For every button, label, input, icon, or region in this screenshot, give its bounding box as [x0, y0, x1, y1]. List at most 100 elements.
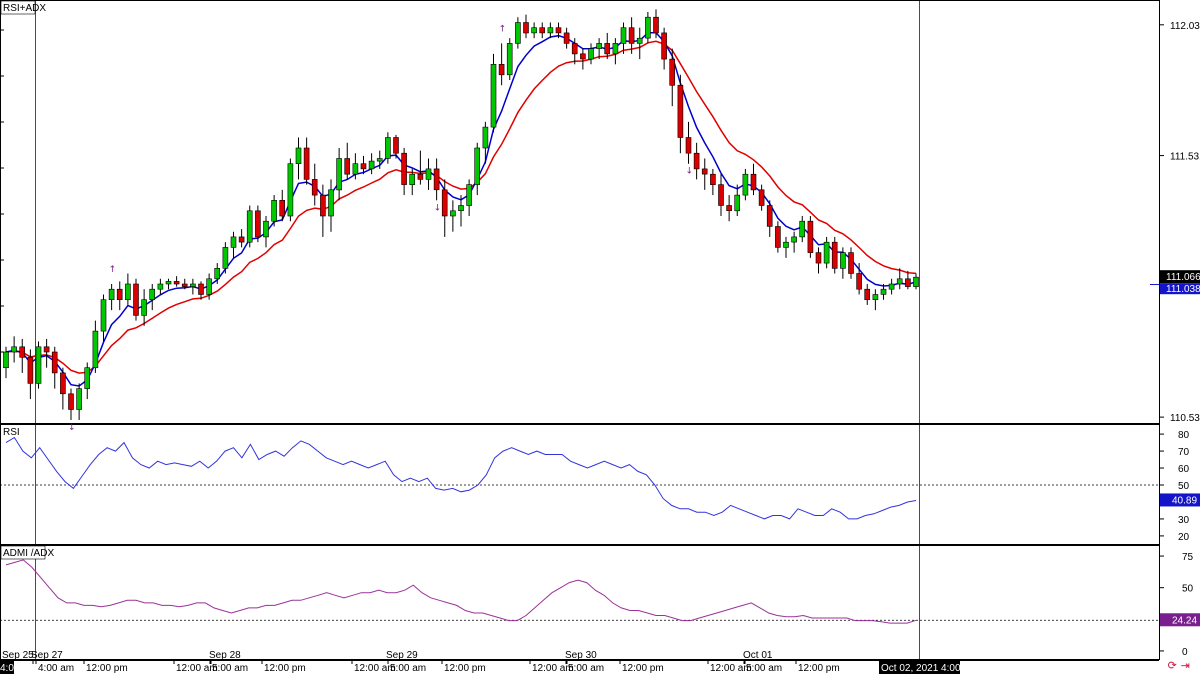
candle-bearish: [279, 200, 286, 217]
time-tick-label: 5:00 am: [390, 663, 426, 674]
candle-bullish: [734, 194, 741, 212]
sync-icon[interactable]: ⟳: [1168, 659, 1181, 672]
candle-bullish: [352, 163, 359, 175]
adx-tick-label: 75: [1182, 552, 1194, 563]
candle-bullish: [458, 205, 464, 211]
candle-bullish: [490, 64, 497, 128]
time-axis: Sep 25Sep 274:00 am 12:00 pm 12:00 am5:00 …: [0, 650, 1159, 674]
candle-bullish: [157, 283, 164, 290]
candle-bearish: [68, 393, 74, 410]
candle-bearish: [417, 173, 424, 180]
candle-bearish: [905, 278, 911, 287]
price-tick-label: 112.031: [1170, 21, 1200, 32]
candle-bullish: [76, 388, 82, 410]
candle-bearish: [360, 163, 367, 170]
candle-bullish: [141, 299, 147, 316]
candle-bullish: [328, 189, 334, 217]
rsi-tick-label: 70: [1178, 447, 1190, 458]
rsi-tick-label: 30: [1178, 515, 1190, 526]
candle-bearish: [815, 252, 822, 264]
candle-bullish: [3, 351, 9, 368]
candle-bearish: [433, 168, 440, 191]
candle-bullish: [368, 160, 375, 170]
candle-bearish: [661, 32, 667, 60]
candle-bullish: [263, 220, 269, 238]
candle-bullish: [376, 158, 383, 162]
candle-bullish: [596, 43, 602, 49]
candle-bearish: [116, 288, 123, 301]
candle-bearish: [831, 241, 838, 269]
candle-bearish: [393, 137, 399, 154]
price-tick-label: 111.531: [1170, 152, 1200, 163]
candle-bearish: [856, 273, 862, 290]
candle-bullish: [872, 294, 879, 300]
candle-bullish: [108, 288, 115, 301]
trading-chart[interactable]: RSI+ADX RSI ADMI /ADX ↓ ↑ ↓ ↑ ↓ 112.031 111.5…: [0, 0, 1200, 675]
candle-bullish: [92, 330, 99, 369]
candle-bullish: [783, 241, 789, 248]
candle-bullish: [466, 184, 472, 206]
candle-bullish: [482, 126, 489, 149]
candle-bearish: [718, 184, 724, 206]
rsi-pane-label: RSI: [3, 427, 20, 438]
candle-bearish: [864, 288, 871, 301]
main-pane-label: RSI+ADX: [3, 3, 46, 14]
adx-tick-label: 50: [1182, 584, 1194, 595]
candle-bullish: [888, 283, 895, 290]
rsi-tick-label: 80: [1178, 430, 1190, 441]
candle-bullish: [620, 27, 627, 44]
time-tick-label: 12:00 pm: [444, 663, 486, 674]
candle-bullish: [230, 236, 237, 248]
candle-bullish: [547, 27, 554, 34]
time-tick-label: Sep 27: [31, 650, 63, 661]
candle-bearish: [775, 226, 781, 248]
candle-bullish: [35, 346, 42, 384]
candle-bearish: [198, 283, 204, 295]
time-tick-label: 5:00 am: [212, 663, 248, 674]
candle-bearish: [498, 64, 505, 76]
time-tick-label: 4:00 am: [38, 663, 74, 674]
time-tick-label: 12:00 pm: [798, 663, 840, 674]
candle-bullish: [588, 48, 594, 60]
candle-bullish: [206, 278, 212, 295]
candle-bearish: [181, 283, 188, 287]
candle-bullish: [84, 367, 90, 389]
signal-arrow-up: ↑: [109, 265, 117, 275]
candle-bullish: [799, 220, 806, 238]
time-tick-label: 12:00 pm: [264, 663, 306, 674]
candle-bearish: [628, 27, 635, 44]
candle-bearish: [848, 252, 854, 274]
candle-bullish: [125, 283, 131, 300]
time-tick-label: 5:00 am: [746, 663, 782, 674]
candle-bearish: [344, 158, 351, 175]
time-tick-label: 5:00 am: [568, 663, 604, 674]
time-tick-label: Oct 01: [743, 650, 773, 661]
status-icons[interactable]: ⟳⇥: [1168, 659, 1194, 672]
rsi-series: [0, 436, 1159, 520]
signal-arrow-down: ↓: [686, 167, 694, 177]
time-tick-label: 12:00 pm: [86, 663, 128, 674]
candle-bearish: [701, 168, 708, 175]
cursor-time-label: Oct 02, 2021 4:00 am: [881, 663, 977, 674]
candle-bullish: [840, 252, 846, 269]
candle-bullish: [336, 158, 342, 191]
candle-bearish: [726, 205, 732, 211]
candle-bearish: [710, 173, 716, 185]
time-tick-label: 12:00 pm: [622, 663, 664, 674]
candle-bearish: [311, 179, 318, 196]
candle-bearish: [320, 194, 326, 217]
adx-pane-frame: [0, 545, 1160, 660]
candle-bearish: [51, 351, 58, 374]
candle-bearish: [766, 205, 773, 227]
signal-arrow-down: ↓: [68, 423, 76, 433]
time-tick-label: Sep 28: [209, 650, 241, 661]
candle-bullish: [531, 27, 537, 34]
candle-bullish: [287, 163, 294, 217]
candle-bullish: [636, 37, 643, 44]
pin-icon[interactable]: ⇥: [1181, 659, 1194, 672]
rsi-tick-label: 60: [1178, 464, 1190, 475]
candle-bearish: [677, 84, 684, 138]
time-tick-label: Sep 25: [2, 650, 34, 661]
price-tick-label: 110.531: [1170, 413, 1200, 424]
candle-bullish: [385, 137, 391, 159]
